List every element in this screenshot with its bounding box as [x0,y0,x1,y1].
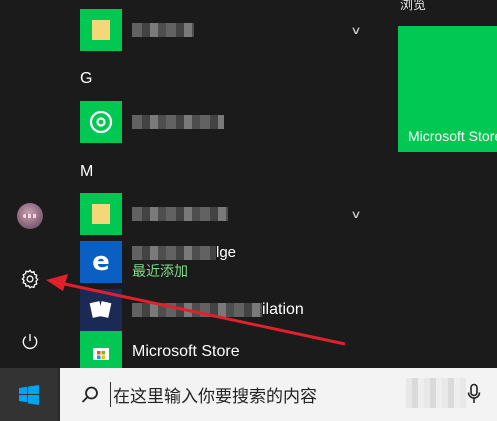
letter-header-m[interactable]: M [80,163,93,181]
microsoft-store-tile[interactable]: Microsoft Store [398,26,497,152]
blurred-app-name [132,206,228,221]
settings-button[interactable] [0,255,60,303]
folder-icon [80,9,122,51]
folder-icon [80,193,122,235]
windows-logo-icon [19,384,39,405]
blurred-app-name [132,245,216,260]
store-bag-icon [80,331,122,373]
microsoft-store-tile-label: Microsoft Store [408,128,497,144]
list-item-solitaire[interactable]: ilation [80,288,304,332]
edge-icon: e [80,241,122,283]
start-left-rail [0,0,60,368]
cards-icon [80,289,122,331]
power-icon [22,334,38,350]
recently-added-label: 最近添加 [132,263,188,279]
list-item-edge[interactable]: e lge 最近添加 [80,240,236,284]
user-avatar [17,203,43,229]
taskbar: 在这里输入你要搜索的内容 [0,368,497,421]
user-account-button[interactable] [0,192,60,240]
tile-group-header[interactable]: 浏览 [400,0,426,13]
microphone-icon[interactable] [467,383,481,405]
music-disc-icon [80,101,122,143]
blurred-app-name [132,302,262,317]
chevron-down-icon[interactable]: ∨ [350,24,361,37]
microsoft-store-label: Microsoft Store [132,343,240,360]
list-item-folder-2[interactable] [80,192,228,236]
app-list: ∨ G M ∨ e lge 最近添加 ilation Microsoft Sto… [60,0,380,373]
list-item-groove[interactable] [80,100,224,144]
letter-header-g[interactable]: G [80,70,92,88]
search-icon [81,386,98,403]
power-button[interactable] [0,318,60,366]
blurred-app-name [132,22,194,37]
app-name-partial: ilation [262,301,304,318]
tiles-panel: 浏览 Microsoft Store [380,0,497,368]
search-box[interactable]: 在这里输入你要搜索的内容 [60,368,497,421]
blurred-region [406,378,466,408]
start-button[interactable] [0,368,58,421]
search-input[interactable]: 在这里输入你要搜索的内容 [110,382,317,407]
blurred-app-name [132,114,224,129]
gear-icon [21,269,39,289]
chevron-down-icon[interactable]: ∨ [350,208,361,221]
app-name-partial: lge [216,244,237,261]
list-item-folder-1[interactable] [80,8,194,52]
